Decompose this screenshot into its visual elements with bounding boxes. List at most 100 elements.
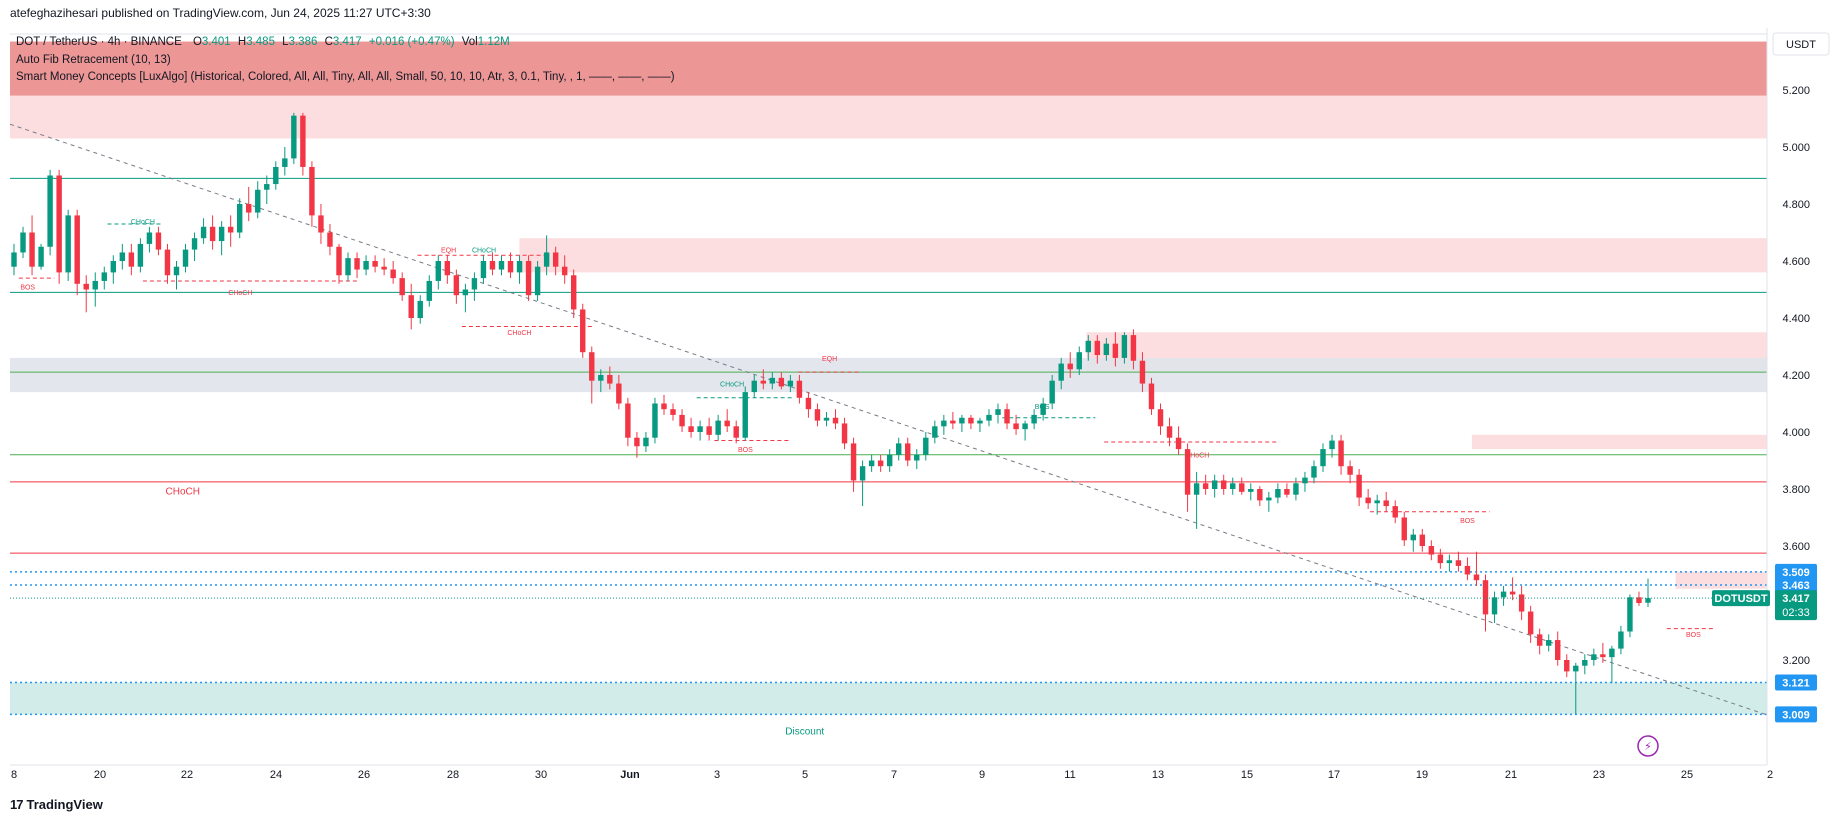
candle-body[interactable]: [1401, 517, 1407, 541]
candle-body[interactable]: [1004, 409, 1010, 424]
candle-body[interactable]: [923, 437, 929, 455]
candle-body[interactable]: [56, 175, 62, 273]
candle-body[interactable]: [137, 243, 144, 267]
candle-body[interactable]: [453, 275, 460, 296]
candle-body[interactable]: [652, 403, 658, 438]
candle-body[interactable]: [580, 309, 586, 353]
candle-body[interactable]: [1609, 648, 1615, 658]
candle-body[interactable]: [155, 232, 162, 250]
candle-body[interactable]: [877, 460, 884, 467]
candle-body[interactable]: [399, 278, 405, 296]
candle-body[interactable]: [191, 238, 198, 250]
candle-body[interactable]: [1013, 423, 1019, 430]
candle-body[interactable]: [291, 115, 297, 159]
candle-body[interactable]: [706, 426, 712, 435]
candle-body[interactable]: [1600, 654, 1606, 658]
candle-body[interactable]: [1437, 554, 1444, 564]
candle-body[interactable]: [47, 175, 53, 247]
candle-body[interactable]: [1275, 489, 1281, 498]
candle-body[interactable]: [1166, 426, 1173, 438]
candle-body[interactable]: [173, 266, 180, 276]
candle-body[interactable]: [1347, 466, 1353, 475]
candle-body[interactable]: [769, 377, 776, 384]
candle-body[interactable]: [273, 166, 279, 185]
candle-body[interactable]: [1545, 640, 1552, 646]
candle-body[interactable]: [1248, 489, 1254, 492]
candle-body[interactable]: [1049, 380, 1055, 404]
candle-body[interactable]: [1293, 483, 1299, 495]
candle-body[interactable]: [1555, 640, 1561, 660]
candle-body[interactable]: [1067, 363, 1073, 370]
candle-body[interactable]: [354, 258, 360, 270]
candle-body[interactable]: [1491, 597, 1498, 615]
legend-symbol[interactable]: DOT / TetherUS · 4h · BINANCE: [16, 36, 182, 48]
candle-body[interactable]: [977, 420, 983, 424]
candle-body[interactable]: [462, 289, 469, 296]
candle-body[interactable]: [841, 423, 848, 444]
candle-body[interactable]: [760, 380, 767, 384]
candle-body[interactable]: [471, 278, 478, 290]
candle-body[interactable]: [1211, 480, 1218, 489]
candle-body[interactable]: [859, 466, 866, 481]
candle-body[interactable]: [92, 280, 98, 290]
candle-body[interactable]: [29, 232, 35, 267]
candle-body[interactable]: [688, 426, 694, 432]
candle-body[interactable]: [751, 380, 757, 393]
candle-body[interactable]: [1383, 500, 1389, 507]
candle-body[interactable]: [336, 246, 342, 276]
candle-body[interactable]: [1455, 560, 1462, 566]
candle-body[interactable]: [905, 443, 911, 461]
candle-body[interactable]: [83, 283, 89, 290]
candle-body[interactable]: [598, 375, 604, 381]
candle-body[interactable]: [1645, 598, 1651, 603]
candle-body[interactable]: [607, 375, 613, 384]
candle-body[interactable]: [1536, 634, 1543, 646]
candle-body[interactable]: [381, 266, 387, 270]
candle-body[interactable]: [805, 397, 812, 410]
candle-body[interactable]: [489, 261, 496, 270]
candle-body[interactable]: [1564, 660, 1570, 672]
candle-body[interactable]: [1329, 440, 1335, 450]
candle-body[interactable]: [227, 226, 234, 233]
legend-indicator-smc[interactable]: Smart Money Concepts [LuxAlgo] (Historic…: [16, 69, 675, 87]
candle-body[interactable]: [552, 252, 559, 267]
candle-body[interactable]: [1591, 654, 1597, 660]
candle-body[interactable]: [1419, 534, 1426, 546]
candle-body[interactable]: [724, 420, 730, 427]
candle-body[interactable]: [1302, 477, 1308, 484]
candle-body[interactable]: [345, 258, 351, 276]
candle-body[interactable]: [959, 417, 965, 424]
candle-body[interactable]: [1022, 423, 1028, 430]
candle-body[interactable]: [1103, 343, 1110, 356]
candle-body[interactable]: [1365, 497, 1371, 504]
candle-body[interactable]: [634, 437, 640, 447]
candle-body[interactable]: [1230, 483, 1236, 489]
candle-body[interactable]: [1130, 335, 1137, 361]
candle-body[interactable]: [516, 261, 523, 273]
candle-body[interactable]: [1473, 574, 1480, 581]
candle-body[interactable]: [1058, 363, 1064, 381]
candle-body[interactable]: [932, 426, 938, 438]
candle-body[interactable]: [327, 232, 333, 247]
candle-body[interactable]: [1338, 440, 1344, 467]
candle-body[interactable]: [941, 420, 947, 427]
candle-body[interactable]: [778, 377, 785, 387]
candle-body[interactable]: [1446, 560, 1453, 564]
candle-body[interactable]: [543, 252, 550, 267]
candle-body[interactable]: [1266, 497, 1272, 501]
candle-body[interactable]: [850, 443, 857, 481]
price-axis[interactable]: [1767, 0, 1835, 790]
candle-body[interactable]: [209, 226, 216, 242]
candle-body[interactable]: [589, 352, 595, 381]
candle-body[interactable]: [1257, 489, 1263, 501]
candle-body[interactable]: [534, 266, 541, 296]
candle-body[interactable]: [670, 409, 676, 415]
candle-body[interactable]: [1482, 580, 1489, 615]
candle-body[interactable]: [1374, 500, 1380, 504]
candle-body[interactable]: [742, 392, 748, 438]
candle-body[interactable]: [914, 454, 920, 461]
candle-body[interactable]: [74, 215, 80, 284]
candle-body[interactable]: [1618, 631, 1624, 649]
candle-body[interactable]: [1428, 546, 1435, 555]
candle-body[interactable]: [182, 249, 189, 267]
